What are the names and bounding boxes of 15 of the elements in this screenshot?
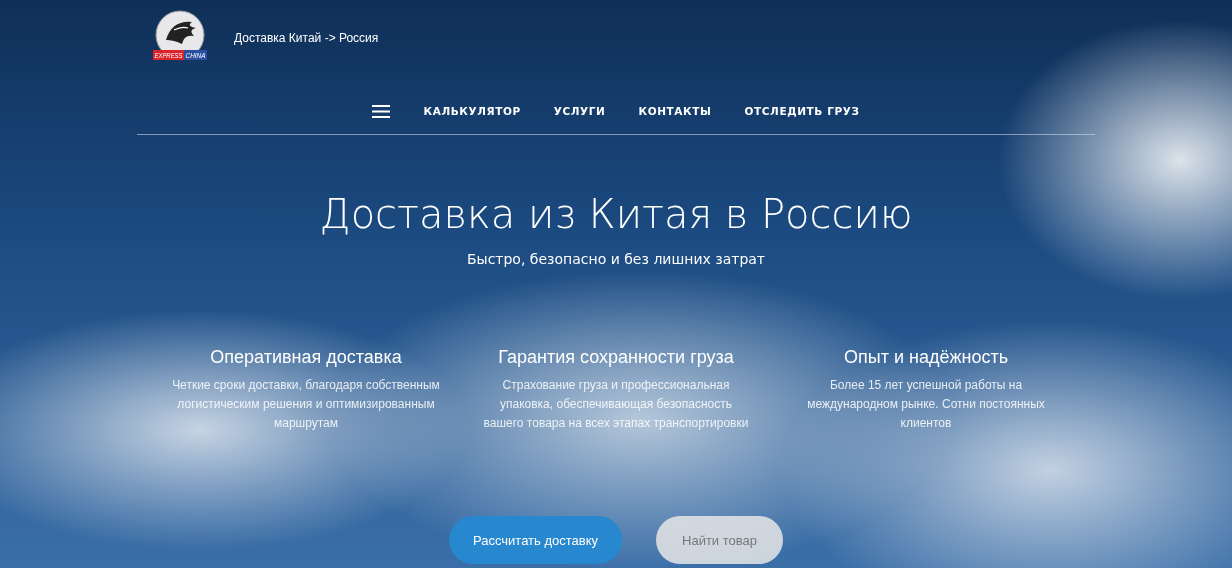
feature-title: Оперативная доставка [210, 347, 402, 368]
nav-link[interactable]: КОНТАКТЫ [638, 105, 712, 117]
nav-link[interactable]: УСЛУГИ [553, 105, 606, 117]
feature-text: Более 15 лет успешной работы на международном рынке. Сотни постоянных клиентов [806, 377, 1046, 432]
hero-subtitle: Быстро, безопасно и без лишних затрат [466, 251, 766, 267]
menu-icon[interactable] [372, 104, 391, 118]
feature-text: Четкие сроки доставки, благодаря собственным логистическим решения и оптимизированным маршрутам [171, 377, 441, 432]
nav-link[interactable]: КАЛЬКУЛЯТОР [423, 105, 521, 117]
feature-text: Страхование груза и профессиональная упаковка, обеспечивающая безопасность вашего товара на всех этапах транспортировки [482, 377, 750, 432]
feature-title: Опыт и надёжность [843, 347, 1009, 368]
hero-title: Доставка из Китая в Россию [319, 191, 913, 237]
feature-title: Гарантия сохранности груза [498, 347, 734, 368]
tagline: Доставка Китай -> Россия [234, 31, 379, 45]
calculate-button[interactable]: Рассчитать доставку [449, 516, 623, 564]
nav-link[interactable]: ОТСЛЕДИТЬ ГРУЗ [744, 105, 860, 117]
